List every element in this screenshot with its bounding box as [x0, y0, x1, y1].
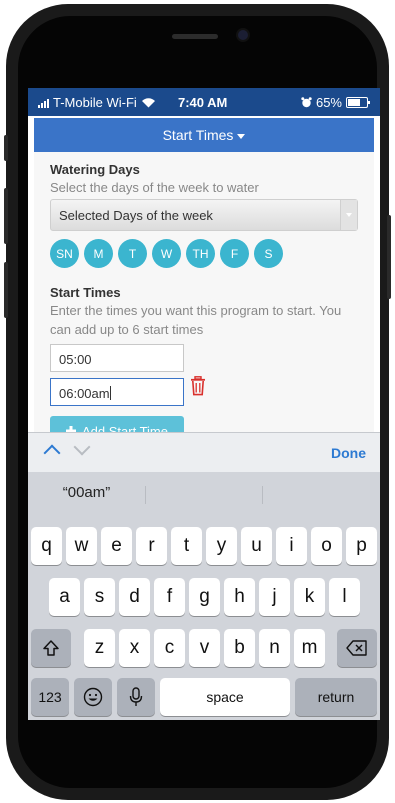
days-mode-select[interactable]: Selected Days of the week [50, 199, 358, 231]
start-times-heading: Start Times [50, 285, 121, 300]
volume-down-button [4, 262, 8, 318]
key-v[interactable]: v [189, 629, 220, 667]
watering-days-heading: Watering Days [50, 162, 140, 177]
delete-key[interactable] [337, 629, 377, 667]
key-o[interactable]: o [311, 527, 342, 565]
key-g[interactable]: g [189, 578, 220, 616]
volume-up-button [4, 188, 8, 244]
prediction-suggestion[interactable]: “00am” [28, 484, 145, 501]
predictive-bar: “00am” [28, 472, 380, 516]
key-z[interactable]: z [84, 629, 115, 667]
trash-icon[interactable] [190, 376, 206, 396]
emoji-icon [83, 687, 103, 707]
key-e[interactable]: e [101, 527, 132, 565]
alarm-icon [301, 97, 312, 108]
key-i[interactable]: i [276, 527, 307, 565]
shift-icon [43, 640, 59, 656]
start-times-description-line1: Enter the times you want this program to… [50, 303, 342, 318]
return-key[interactable]: return [295, 678, 377, 716]
days-mode-value: Selected Days of the week [59, 208, 213, 223]
day-chip-tuesday[interactable]: T [118, 239, 147, 268]
earpiece-speaker [172, 34, 218, 39]
watering-days-description: Select the days of the week to water [50, 180, 259, 195]
next-field-chevron-down-icon[interactable] [73, 438, 91, 456]
add-start-time-button[interactable]: Add Start Time [50, 416, 184, 432]
key-b[interactable]: b [224, 629, 255, 667]
battery-percent: 65% [315, 95, 342, 110]
backspace-icon [346, 640, 367, 656]
keyboard: “00am” q w e r t y u i o p a s d f g h j… [28, 472, 380, 720]
key-n[interactable]: n [259, 629, 290, 667]
key-f[interactable]: f [154, 578, 185, 616]
battery-icon [346, 97, 370, 108]
microphone-icon [129, 687, 143, 706]
key-j[interactable]: j [259, 578, 290, 616]
shift-key[interactable] [31, 629, 71, 667]
keyboard-accessory-bar: Done [28, 432, 380, 473]
screen: T-Mobile Wi-Fi 7:40 AM 65% Start Times W… [28, 88, 380, 720]
key-p[interactable]: p [346, 527, 377, 565]
key-a[interactable]: a [49, 578, 80, 616]
numbers-key[interactable]: 123 [31, 678, 69, 716]
signal-icon [38, 98, 49, 108]
carrier-label: T-Mobile Wi-Fi [53, 95, 137, 110]
key-t[interactable]: t [171, 527, 202, 565]
space-key[interactable]: space [160, 678, 290, 716]
key-s[interactable]: s [84, 578, 115, 616]
status-bar: T-Mobile Wi-Fi 7:40 AM 65% [28, 88, 380, 116]
day-chip-monday[interactable]: M [84, 239, 113, 268]
emoji-key[interactable] [74, 678, 112, 716]
add-start-time-label: Add Start Time [82, 423, 168, 433]
mute-switch [4, 135, 8, 161]
day-chip-friday[interactable]: F [220, 239, 249, 268]
front-camera [238, 30, 248, 40]
program-section-dropdown[interactable]: Start Times [34, 118, 374, 152]
key-h[interactable]: h [224, 578, 255, 616]
key-x[interactable]: x [119, 629, 150, 667]
dictation-key[interactable] [117, 678, 155, 716]
text-cursor [109, 386, 111, 400]
start-time-input-1[interactable]: 05:00 [50, 344, 184, 372]
page-title: Start Times [162, 127, 234, 143]
prediction-divider [145, 486, 146, 504]
key-k[interactable]: k [294, 578, 325, 616]
caret-down-icon [237, 133, 246, 139]
start-times-description-line2: can add up to 6 start times [50, 322, 204, 337]
day-chips: SN M T W TH F S [50, 239, 283, 268]
key-y[interactable]: y [206, 527, 237, 565]
previous-field-chevron-up-icon[interactable] [43, 444, 61, 462]
key-q[interactable]: q [31, 527, 62, 565]
start-time-input-2[interactable]: 06:00am [50, 378, 184, 406]
key-c[interactable]: c [154, 629, 185, 667]
day-chip-thursday[interactable]: TH [186, 239, 215, 268]
key-r[interactable]: r [136, 527, 167, 565]
key-u[interactable]: u [241, 527, 272, 565]
day-chip-sunday[interactable]: SN [50, 239, 79, 268]
prediction-divider [262, 486, 263, 504]
status-time: 7:40 AM [178, 95, 228, 110]
key-l[interactable]: l [329, 578, 360, 616]
wifi-icon [141, 98, 155, 108]
key-w[interactable]: w [66, 527, 97, 565]
day-chip-saturday[interactable]: S [254, 239, 283, 268]
done-button[interactable]: Done [331, 445, 366, 461]
key-d[interactable]: d [119, 578, 150, 616]
select-arrow-icon [340, 200, 357, 230]
day-chip-wednesday[interactable]: W [152, 239, 181, 268]
power-button [387, 215, 391, 299]
key-m[interactable]: m [294, 629, 325, 667]
program-form: Watering Days Select the days of the wee… [34, 152, 374, 432]
